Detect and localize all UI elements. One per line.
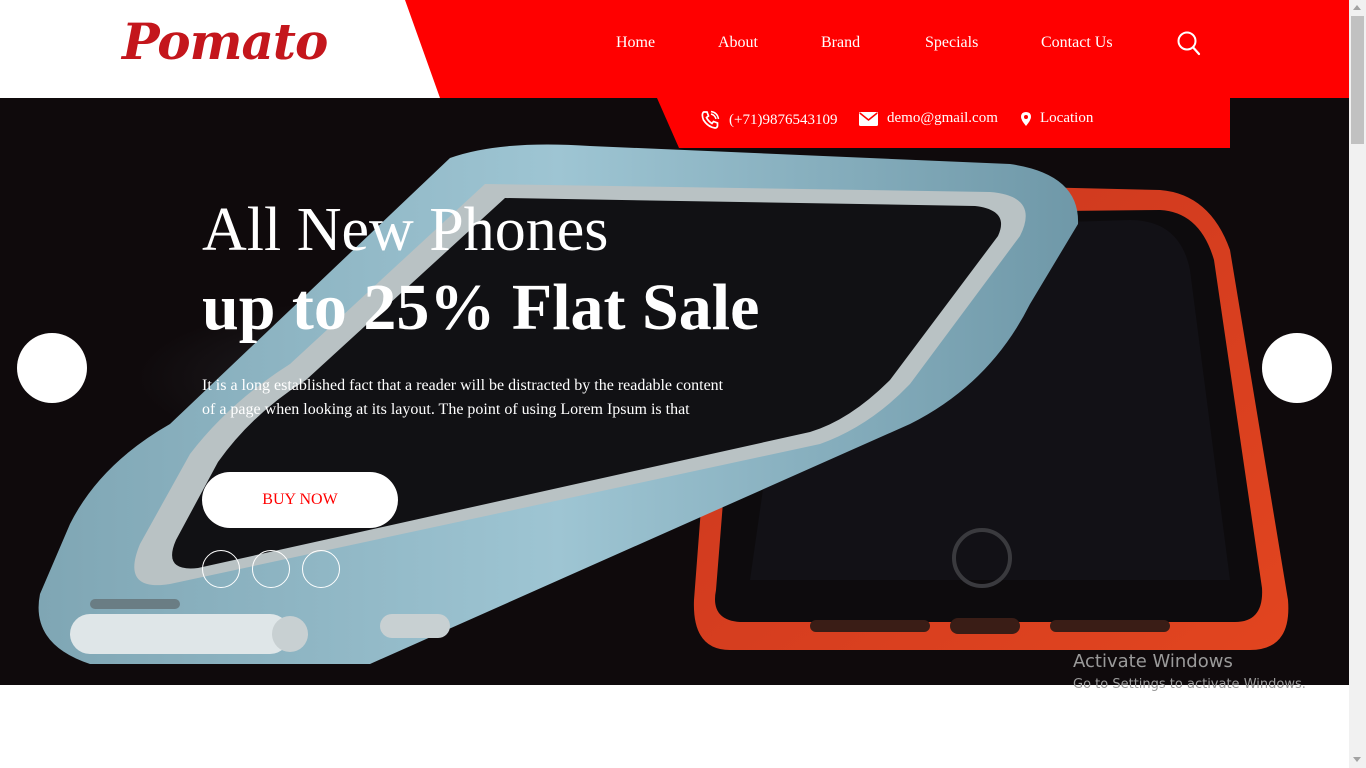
contact-location[interactable]: Location	[1021, 110, 1093, 127]
search-icon[interactable]	[1176, 30, 1202, 58]
nav-home[interactable]: Home	[616, 34, 655, 52]
activate-windows-title: Activate Windows	[1073, 651, 1233, 672]
slider-indicator-1[interactable]	[202, 550, 240, 588]
buy-now-button[interactable]: BUY NOW	[202, 472, 398, 528]
nav-brand[interactable]: Brand	[821, 34, 860, 52]
slider-prev-button[interactable]	[17, 333, 87, 403]
activate-windows-subtitle: Go to Settings to activate Windows.	[1073, 677, 1306, 692]
logo-area: Pomato	[0, 0, 440, 98]
contact-phone[interactable]: (+71)9876543109	[700, 110, 837, 130]
contact-bar: (+71)9876543109 demo@gmail.com Location	[657, 98, 1230, 148]
contact-phone-text: (+71)9876543109	[729, 111, 838, 128]
nav-about[interactable]: About	[718, 34, 758, 52]
slider-indicator-2[interactable]	[252, 550, 290, 588]
slider-next-button[interactable]	[1262, 333, 1332, 403]
header: Pomato Home About Brand Specials Contact…	[0, 0, 1349, 98]
slider-indicator-3[interactable]	[302, 550, 340, 588]
nav-specials[interactable]: Specials	[925, 34, 978, 52]
page: Pomato Home About Brand Specials Contact…	[0, 0, 1349, 768]
scrollbar-thumb[interactable]	[1351, 16, 1364, 144]
scroll-down-arrow-icon[interactable]	[1353, 757, 1361, 762]
contact-email-text: demo@gmail.com	[887, 110, 998, 126]
vertical-scrollbar[interactable]	[1349, 0, 1366, 768]
hero-description-line2: of a page when looking at its layout. Th…	[202, 401, 690, 418]
phone-icon	[700, 110, 720, 130]
envelope-icon	[859, 111, 878, 126]
hero-description-line1: It is a long established fact that a rea…	[202, 377, 724, 394]
scroll-up-arrow-icon[interactable]	[1353, 5, 1361, 10]
hero-heading-line1: All New Phones	[202, 196, 609, 264]
map-pin-icon	[1021, 111, 1031, 126]
hero-heading-line2: up to 25% Flat Sale	[202, 271, 760, 344]
contact-email[interactable]: demo@gmail.com	[859, 110, 998, 127]
contact-location-text: Location	[1040, 110, 1094, 126]
nav-contact-us[interactable]: Contact Us	[1041, 34, 1113, 52]
hero-description: It is a long established fact that a rea…	[202, 374, 782, 422]
logo[interactable]: Pomato	[122, 12, 328, 71]
